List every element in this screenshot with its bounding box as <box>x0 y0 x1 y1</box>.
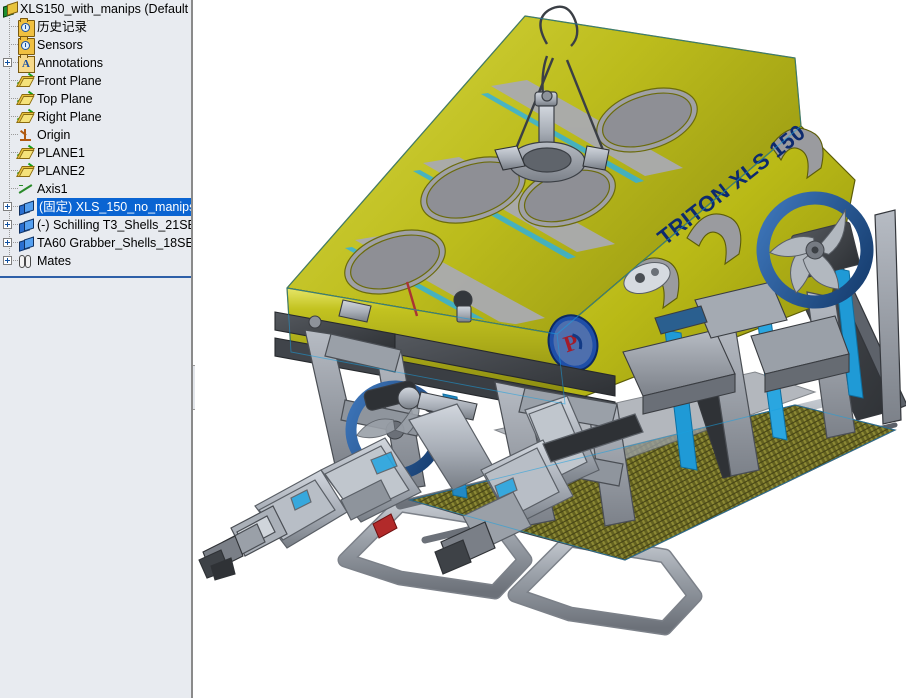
tree-empty-area <box>0 278 191 698</box>
part-icon <box>18 218 34 234</box>
expand-toggle[interactable] <box>3 58 12 67</box>
tree-item-label: PLANE1 <box>37 146 85 160</box>
tree-item-label: Annotations <box>37 56 104 70</box>
axis-icon <box>18 182 33 197</box>
tree-guide <box>9 108 10 126</box>
tree-root-item[interactable]: XLS150_with_manips (Default <box>0 0 191 18</box>
tree-item[interactable]: TA60 Grabber_Shells_18SE <box>0 234 191 252</box>
tree-item[interactable]: (-) Schilling T3_Shells_21SE <box>0 216 191 234</box>
tree-item-label: (固定) XLS_150_no_manips <box>37 198 191 216</box>
tree-item[interactable]: Origin <box>0 126 191 144</box>
tree-guide <box>9 18 10 36</box>
tree-guide <box>9 98 18 99</box>
tree-item-label: Sensors <box>37 38 83 52</box>
tree-item-label: Mates <box>37 254 72 268</box>
rov-model-render: TRITON XLS 150 P <box>198 5 906 636</box>
feature-manager-panel: XLS150_with_manips (Default 历史记录 Sensors A A… <box>0 0 193 698</box>
tree-guide <box>9 162 10 180</box>
tree-item[interactable]: Mates <box>0 252 191 270</box>
tree-item-label: (-) Schilling T3_Shells_21SE <box>37 218 191 232</box>
tree-item-label: Top Plane <box>37 92 93 106</box>
tree-item[interactable]: 历史记录 <box>0 18 191 37</box>
solidworks-window: XLS150_with_manips (Default 历史记录 Sensors A A… <box>0 0 906 698</box>
tree-item[interactable]: Top Plane <box>0 90 191 108</box>
expand-toggle[interactable] <box>3 220 12 229</box>
plane-icon <box>16 90 35 107</box>
plane-icon <box>16 72 35 89</box>
annotations-folder-icon: A <box>18 54 35 73</box>
tree-item-label: Front Plane <box>37 74 102 88</box>
tree-item-label: Right Plane <box>37 110 102 124</box>
tree-item-label: Axis1 <box>37 182 68 196</box>
tree-guide <box>9 152 18 153</box>
feature-tree[interactable]: XLS150_with_manips (Default 历史记录 Sensors A A… <box>0 0 191 277</box>
tree-item[interactable]: Front Plane <box>0 72 191 90</box>
tree-item[interactable]: A Annotations <box>0 54 191 73</box>
tree-item[interactable]: PLANE1 <box>0 144 191 162</box>
tree-guide <box>9 90 10 108</box>
tree-guide <box>9 180 10 198</box>
tree-root-label: XLS150_with_manips (Default <box>20 2 189 16</box>
part-icon <box>18 236 34 252</box>
tree-item[interactable]: Sensors <box>0 36 191 55</box>
tree-guide <box>9 36 10 54</box>
expand-toggle[interactable] <box>3 238 12 247</box>
tree-guide <box>9 188 18 189</box>
tree-item-label: 历史记录 <box>37 20 88 34</box>
tree-guide <box>9 26 18 27</box>
tree-item-label: Origin <box>37 128 71 142</box>
tree-guide <box>9 170 18 171</box>
origin-icon <box>18 128 33 143</box>
tree-item[interactable]: (固定) XLS_150_no_manips <box>0 198 191 216</box>
expand-toggle[interactable] <box>3 202 12 211</box>
tree-item[interactable]: Axis1 <box>0 180 191 198</box>
graphics-viewport[interactable]: TRITON XLS 150 P <box>195 0 906 698</box>
tree-item-label: TA60 Grabber_Shells_18SE <box>37 236 191 250</box>
tree-guide <box>9 144 10 162</box>
tree-item-label: PLANE2 <box>37 164 85 178</box>
tree-guide <box>9 126 10 144</box>
history-folder-icon <box>18 18 35 37</box>
expand-toggle[interactable] <box>3 256 12 265</box>
tree-guide <box>9 72 10 90</box>
tree-item[interactable]: PLANE2 <box>0 162 191 180</box>
tree-guide <box>9 134 18 135</box>
mates-icon <box>18 254 33 269</box>
tree-guide <box>9 80 18 81</box>
assembly-icon <box>2 1 18 18</box>
tree-guide <box>9 116 18 117</box>
sensors-folder-icon <box>18 36 35 55</box>
tree-guide <box>9 44 18 45</box>
gripper-jaws <box>198 535 244 581</box>
plane-icon <box>16 162 35 179</box>
tree-item[interactable]: Right Plane <box>0 108 191 126</box>
plane-icon <box>16 144 35 161</box>
plane-icon <box>16 108 35 125</box>
part-icon <box>18 200 34 216</box>
